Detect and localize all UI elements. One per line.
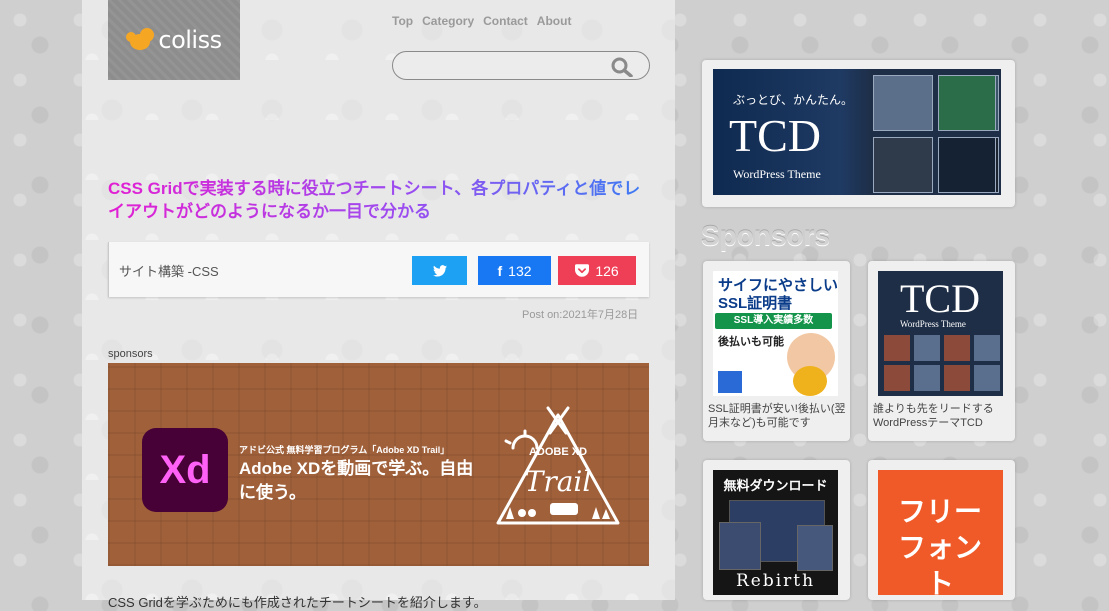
article-first-line: CSS Gridを学ぶためにも作成されたチートシートを紹介します。	[108, 595, 487, 610]
free-font-text: フリーフォント	[897, 496, 982, 595]
squirrel-logo-icon	[126, 28, 156, 52]
tcd-banner-image: ぶっとび、かんたん。 TCD WordPress Theme	[713, 69, 1001, 195]
pocket-count: 126	[595, 262, 619, 279]
ssl-badge: SSL導入実績多数	[715, 313, 832, 329]
sponsor-caption[interactable]: SSL証明書が安い!後払い(翌月末など)も可能です	[708, 402, 848, 430]
ad-logo-word: Trail	[525, 465, 592, 498]
ad-small-text: アドビ公式 無料学習プログラム「Adobe XD Trail」	[239, 445, 450, 455]
ssl-ad-image: サイフにやさしいSSL証明書 SSL導入実績多数 後払いも可能	[713, 271, 838, 396]
adobe-xd-ad-banner[interactable]: Xd アドビ公式 無料学習プログラム「Adobe XD Trail」 Adobe…	[108, 363, 649, 566]
sponsors-heading: Sponsors	[701, 220, 831, 251]
ad-headline: Adobe XDを動画で学ぶ。自由に使う。	[239, 459, 474, 502]
rebirth-word: Rebirth	[735, 571, 816, 591]
free-font-ad-image: フリーフォント	[878, 470, 1003, 595]
twitter-share-button[interactable]	[412, 256, 467, 285]
xd-trail-logo-icon: ADOBE XD Trail	[496, 406, 620, 525]
facebook-count: 132	[508, 262, 532, 279]
pocket-icon	[575, 264, 590, 277]
nav-contact[interactable]: Contact	[483, 14, 528, 28]
twitter-icon	[432, 264, 447, 277]
tcd-brand-small: TCD	[900, 276, 980, 321]
sponsor-card-rebirth[interactable]: 無料ダウンロード Rebirth	[703, 460, 850, 600]
pocket-share-button[interactable]: 126	[558, 256, 636, 285]
ad-logo-top: ADOBE XD	[529, 446, 587, 458]
post-title: CSS Gridで実装する時に役立つチートシート、各プロパティと値でレイアウトが…	[108, 177, 653, 223]
search-input[interactable]	[405, 57, 609, 77]
tcd-subtitle: WordPress Theme	[733, 167, 821, 181]
sponsor-card-ssl[interactable]: サイフにやさしいSSL証明書 SSL導入実績多数 後払いも可能 SSL証明書が安…	[703, 261, 850, 441]
nav-about[interactable]: About	[537, 14, 572, 28]
sponsor-card-free-font[interactable]: フリーフォント	[868, 460, 1015, 600]
site-logo[interactable]: coliss	[108, 0, 240, 80]
facebook-icon: f	[497, 262, 503, 279]
ssl-brand-icon	[718, 371, 742, 393]
adobe-xd-icon: Xd	[142, 428, 228, 512]
ssl-heading: サイフにやさしいSSL証明書	[718, 277, 838, 312]
nav-top[interactable]: Top	[392, 14, 413, 28]
tcd-banner-card[interactable]: ぶっとび、かんたん。 TCD WordPress Theme	[702, 60, 1015, 207]
post-date: Post on:2021年7月28日	[522, 309, 639, 321]
rebirth-heading: 無料ダウンロード	[723, 478, 828, 493]
nav-category[interactable]: Category	[422, 14, 474, 28]
ssl-note: 後払いも可能	[718, 336, 784, 348]
sponsor-card-tcd[interactable]: TCD WordPress Theme 誰よりも先をリードするWordPress…	[868, 261, 1015, 441]
tcd-brand: TCD	[729, 110, 821, 161]
sponsor-caption[interactable]: 誰よりも先をリードするWordPressテーマTCD	[873, 402, 1013, 430]
tcd-tagline: ぶっとび、かんたん。	[733, 93, 854, 107]
tcd-subtitle-small: WordPress Theme	[900, 319, 966, 329]
sponsors-label: sponsors	[108, 348, 153, 360]
search-box	[392, 51, 650, 80]
tcd-ad-image: TCD WordPress Theme	[878, 271, 1003, 396]
facebook-share-button[interactable]: f 132	[478, 256, 551, 285]
post-category[interactable]: サイト構築 -CSS	[119, 261, 219, 280]
search-icon[interactable]	[611, 57, 633, 77]
rebirth-ad-image: 無料ダウンロード Rebirth	[713, 470, 838, 595]
logo-text: coliss	[158, 26, 222, 54]
top-nav: Top Category Contact About	[392, 14, 580, 28]
post-meta-bar: サイト構築 -CSS f 132 126	[108, 242, 649, 297]
